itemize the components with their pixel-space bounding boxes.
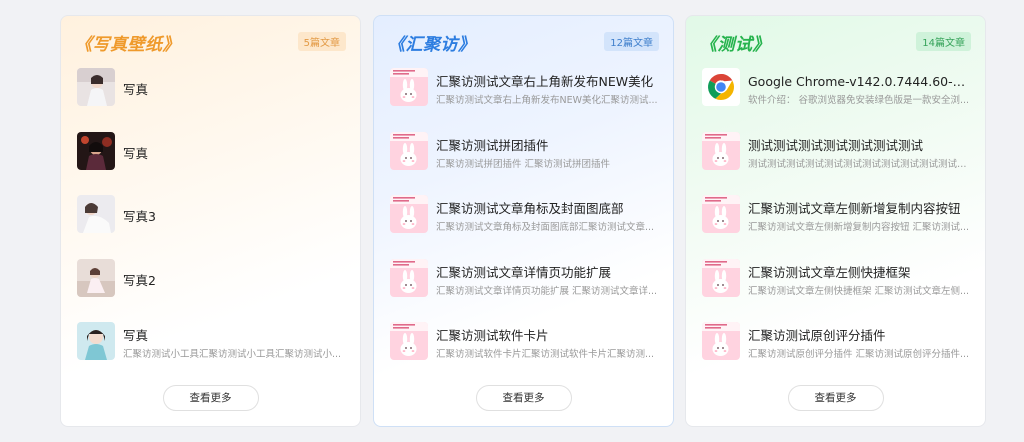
article-count-badge: 12篇文章	[604, 32, 659, 51]
card-title[interactable]: 《写真壁纸》	[75, 30, 180, 55]
list-item[interactable]: 写真2	[75, 258, 346, 323]
list-item[interactable]: 写真	[75, 68, 346, 132]
list-item[interactable]: 汇聚访测试文章右上角新发布NEW美化 汇聚访测试文章右上角新发布NEW美化汇聚访…	[388, 68, 659, 132]
bunny-thumbnail[interactable]	[390, 258, 428, 297]
item-description: 汇聚访测试文章详情页功能扩展 汇聚访测试文章详...	[436, 285, 658, 297]
item-title[interactable]: 汇聚访测试文章右上角新发布NEW美化	[436, 71, 659, 90]
item-description: 汇聚访测试文章左侧快捷框架 汇聚访测试文章左侧...	[748, 285, 970, 297]
bunny-thumbnail[interactable]	[390, 131, 428, 170]
view-more-button[interactable]: 查看更多	[475, 385, 572, 411]
card-header: 《汇聚访》 12篇文章	[388, 28, 659, 55]
card-header: 《测试》 14篇文章	[700, 28, 971, 55]
item-title[interactable]: 汇聚访测试文章左侧快捷框架	[748, 262, 971, 281]
category-card-photo-wallpaper: 《写真壁纸》 5篇文章 写真 写真 写真3 写真2 写真 汇聚访测试小工具汇聚访…	[60, 15, 361, 427]
item-title[interactable]: 写真	[123, 325, 346, 344]
item-title[interactable]: 汇聚访测试文章左侧新增复制内容按钮	[748, 198, 971, 217]
list-item[interactable]: 汇聚访测试拼团插件 汇聚访测试拼团插件 汇聚访测试拼团插件	[388, 131, 659, 196]
bunny-thumbnail[interactable]	[702, 258, 740, 297]
list-item[interactable]: 汇聚访测试文章左侧新增复制内容按钮 汇聚访测试文章左侧新增复制内容按钮 汇聚访测…	[700, 195, 971, 259]
item-description: 汇聚访测试软件卡片汇聚访测试软件卡片汇聚访测...	[436, 349, 655, 360]
list-item[interactable]: 汇聚访测试软件卡片 汇聚访测试软件卡片汇聚访测试软件卡片汇聚访测...	[388, 322, 659, 386]
item-title[interactable]: 写真	[123, 79, 346, 98]
item-description: 汇聚访测试文章左侧新增复制内容按钮 汇聚访测试...	[748, 222, 970, 233]
item-title[interactable]: 汇聚访测试拼团插件	[436, 135, 659, 154]
list-item[interactable]: 写真3	[75, 195, 346, 259]
card-title[interactable]: 《测试》	[700, 30, 770, 55]
article-list: 写真 写真 写真3 写真2 写真 汇聚访测试小工具汇聚访测试小工具汇聚访测试小.…	[75, 68, 346, 386]
bunny-thumbnail[interactable]	[390, 195, 428, 233]
item-title[interactable]: 汇聚访测试原创评分插件	[748, 325, 971, 344]
card-title[interactable]: 《汇聚访》	[388, 30, 476, 55]
bunny-thumbnail[interactable]	[702, 195, 740, 233]
list-item[interactable]: Google Chrome-v142.0.7444.60-绿化... 软件介绍：…	[700, 68, 971, 132]
item-title[interactable]: 汇聚访测试文章详情页功能扩展	[436, 262, 659, 281]
view-more-button[interactable]: 查看更多	[162, 385, 259, 411]
category-card-test: 《测试》 14篇文章 Google Chrome-v142.0.7444.60-…	[685, 15, 986, 427]
category-card-huijufang: 《汇聚访》 12篇文章 汇聚访测试文章右上角新发布NEW美化 汇聚访测试文章右上…	[373, 15, 674, 427]
item-description: 测试测试测试测试测试测试测试测试测试测试测试测试...	[748, 158, 971, 170]
article-count-badge: 14篇文章	[916, 32, 971, 51]
list-item[interactable]: 写真 汇聚访测试小工具汇聚访测试小工具汇聚访测试小...	[75, 322, 346, 386]
view-more-button[interactable]: 查看更多	[787, 385, 884, 411]
list-item[interactable]: 写真	[75, 131, 346, 196]
category-cards-area: 《写真壁纸》 5篇文章 写真 写真 写真3 写真2 写真 汇聚访测试小工具汇聚访…	[0, 0, 1024, 442]
item-title[interactable]: 测试测试测试测试测试测试测试	[748, 135, 971, 154]
bunny-thumbnail[interactable]	[702, 322, 740, 360]
list-item[interactable]: 测试测试测试测试测试测试测试 测试测试测试测试测试测试测试测试测试测试测试测试.…	[700, 131, 971, 196]
item-title[interactable]: 汇聚访测试软件卡片	[436, 325, 659, 344]
item-description: 汇聚访测试文章角标及封面图底部汇聚访测试文章...	[436, 222, 655, 233]
item-description: 汇聚访测试文章右上角新发布NEW美化汇聚访测试...	[436, 95, 658, 106]
item-title[interactable]: 写真2	[123, 270, 346, 289]
photo-thumbnail[interactable]	[77, 195, 115, 233]
article-count-badge: 5篇文章	[297, 32, 346, 51]
item-description: 汇聚访测试拼团插件 汇聚访测试拼团插件	[436, 158, 611, 170]
item-description: 软件介绍： 谷歌浏览器免安装绿色版是一款安全浏...	[748, 95, 970, 106]
item-description: 汇聚访测试原创评分插件 汇聚访测试原创评分插件...	[748, 349, 970, 360]
item-title[interactable]: 写真3	[123, 206, 346, 225]
list-item[interactable]: 汇聚访测试文章角标及封面图底部 汇聚访测试文章角标及封面图底部汇聚访测试文章..…	[388, 195, 659, 259]
item-title[interactable]: 汇聚访测试文章角标及封面图底部	[436, 198, 659, 217]
list-item[interactable]: 汇聚访测试文章详情页功能扩展 汇聚访测试文章详情页功能扩展 汇聚访测试文章详..…	[388, 258, 659, 323]
photo-thumbnail[interactable]	[77, 322, 115, 360]
photo-thumbnail[interactable]	[77, 258, 115, 297]
photo-thumbnail[interactable]	[77, 131, 115, 170]
chrome-icon[interactable]	[702, 68, 740, 106]
list-item[interactable]: 汇聚访测试原创评分插件 汇聚访测试原创评分插件 汇聚访测试原创评分插件...	[700, 322, 971, 386]
bunny-thumbnail[interactable]	[390, 322, 428, 360]
card-header: 《写真壁纸》 5篇文章	[75, 28, 346, 55]
item-description: 汇聚访测试小工具汇聚访测试小工具汇聚访测试小...	[123, 349, 342, 360]
item-title[interactable]: 写真	[123, 143, 346, 162]
bunny-thumbnail[interactable]	[702, 131, 740, 170]
item-title[interactable]: Google Chrome-v142.0.7444.60-绿化...	[748, 71, 971, 90]
bunny-thumbnail[interactable]	[390, 68, 428, 106]
list-item[interactable]: 汇聚访测试文章左侧快捷框架 汇聚访测试文章左侧快捷框架 汇聚访测试文章左侧...	[700, 258, 971, 323]
photo-thumbnail[interactable]	[77, 68, 115, 106]
article-list: Google Chrome-v142.0.7444.60-绿化... 软件介绍：…	[700, 68, 971, 386]
article-list: 汇聚访测试文章右上角新发布NEW美化 汇聚访测试文章右上角新发布NEW美化汇聚访…	[388, 68, 659, 386]
